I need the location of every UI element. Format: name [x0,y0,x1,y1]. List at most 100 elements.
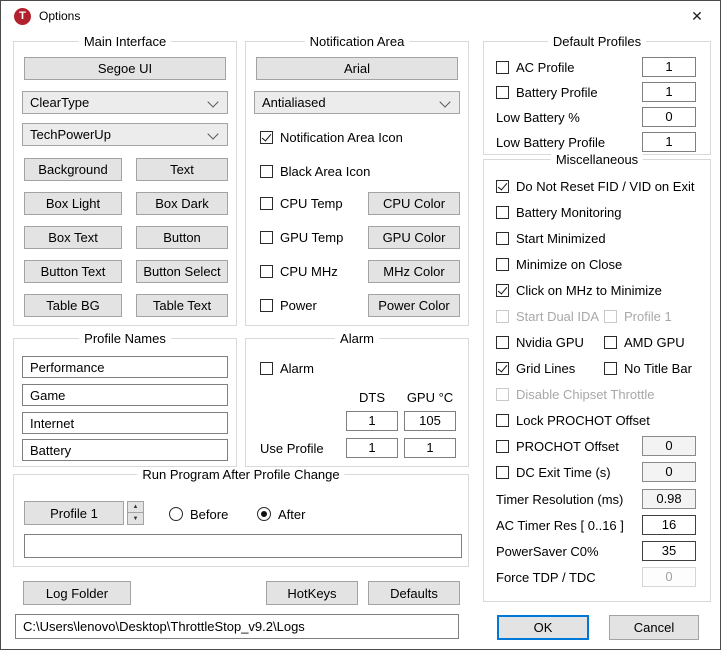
checkbox-box[interactable] [604,336,617,349]
button-text-button[interactable]: Button Text [24,260,122,283]
powersaver-c0-field[interactable]: 35 [642,541,696,561]
low-battery-profile-field[interactable]: 1 [642,132,696,152]
checkbox-box[interactable] [496,440,509,453]
checkbox-no-title-bar[interactable]: No Title Bar [604,358,692,378]
close-icon[interactable]: ✕ [674,1,720,31]
button-select-button[interactable]: Button Select [136,260,228,283]
checkbox-battery-profile[interactable]: Battery Profile [496,82,598,102]
checkbox-box[interactable] [260,165,273,178]
radio-circle[interactable] [169,507,183,521]
profile-name-3-input[interactable] [22,412,228,434]
checkbox-amd-gpu[interactable]: AMD GPU [604,332,685,352]
checkbox-minimize-on-close[interactable]: Minimize on Close [496,254,622,274]
checkbox-gpu-temp[interactable]: GPU Temp [260,227,343,247]
checkbox-box[interactable] [260,131,273,144]
profile-name-4-input[interactable] [22,439,228,461]
text-color-button[interactable]: Text [136,158,228,181]
checkbox-box[interactable] [496,336,509,349]
run-program-command-input[interactable] [24,534,462,558]
cancel-button[interactable]: Cancel [609,615,699,640]
profile-name-1-input[interactable] [22,356,228,378]
checkbox-box[interactable] [496,180,509,193]
spinner-down-icon[interactable]: ▼ [127,513,144,525]
profile-name-2-input[interactable] [22,384,228,406]
use-profile-gpu-field[interactable]: 1 [404,438,456,458]
checkbox-box[interactable] [260,299,273,312]
window-title: Options [39,9,80,23]
tray-font-button[interactable]: Arial [256,57,458,80]
checkbox-box[interactable] [496,284,509,297]
checkbox-box[interactable] [496,258,509,271]
timer-resolution-field: 0.98 [642,489,696,509]
alarm-gpu-field[interactable]: 105 [404,411,456,431]
checkbox-box[interactable] [496,466,509,479]
checkbox-box[interactable] [496,206,509,219]
checkbox-ac-profile[interactable]: AC Profile [496,57,575,77]
radio-label: Before [190,507,228,522]
checkbox-alarm[interactable]: Alarm [260,358,314,378]
checkbox-label: Alarm [280,361,314,376]
log-path-field[interactable] [15,614,459,639]
battery-profile-field[interactable]: 1 [642,82,696,102]
checkbox-label: Grid Lines [516,361,575,376]
alarm-dts-field[interactable]: 1 [346,411,398,431]
checkbox-prochot-offset[interactable]: PROCHOT Offset [496,436,619,456]
antialiasing-dropdown[interactable]: Antialiased [254,91,460,114]
checkbox-box[interactable] [260,197,273,210]
checkbox-profile-1: Profile 1 [604,306,672,326]
checkbox-battery-monitoring[interactable]: Battery Monitoring [496,202,622,222]
checkbox-box[interactable] [496,61,509,74]
ac-profile-field[interactable]: 1 [642,57,696,77]
defaults-button[interactable]: Defaults [368,581,460,605]
checkbox-notification-area-icon[interactable]: Notification Area Icon [260,127,403,147]
checkbox-dc-exit-time[interactable]: DC Exit Time (s) [496,462,611,482]
checkbox-nvidia-gpu[interactable]: Nvidia GPU [496,332,584,352]
checkbox-box[interactable] [496,414,509,427]
checkbox-black-area-icon[interactable]: Black Area Icon [260,161,370,181]
low-battery-pct-field[interactable]: 0 [642,107,696,127]
dc-exit-time-field[interactable]: 0 [642,462,696,482]
gpu-color-button[interactable]: GPU Color [368,226,460,249]
checkbox-cpu-temp[interactable]: CPU Temp [260,193,343,213]
power-color-button[interactable]: Power Color [368,294,460,317]
checkbox-start-minimized[interactable]: Start Minimized [496,228,606,248]
mhz-color-button[interactable]: MHz Color [368,260,460,283]
hotkeys-button[interactable]: HotKeys [266,581,358,605]
font-smoothing-dropdown[interactable]: ClearType [22,91,228,114]
table-text-button[interactable]: Table Text [136,294,228,317]
run-program-profile-button[interactable]: Profile 1 [24,501,124,525]
checkbox-do-not-reset-fid-vid[interactable]: Do Not Reset FID / VID on Exit [496,176,694,196]
checkbox-click-mhz-minimize[interactable]: Click on MHz to Minimize [496,280,662,300]
checkbox-grid-lines[interactable]: Grid Lines [496,358,575,378]
prochot-offset-field[interactable]: 0 [642,436,696,456]
radio-before[interactable]: Before [169,506,228,522]
checkbox-box[interactable] [496,232,509,245]
checkbox-power[interactable]: Power [260,295,317,315]
spinner-up-icon[interactable]: ▲ [127,501,144,513]
table-bg-button[interactable]: Table BG [24,294,122,317]
background-color-button[interactable]: Background [24,158,122,181]
checkbox-cpu-mhz[interactable]: CPU MHz [260,261,338,281]
ac-timer-res-field[interactable]: 16 [642,515,696,535]
log-folder-button[interactable]: Log Folder [23,581,131,605]
box-text-button[interactable]: Box Text [24,226,122,249]
use-profile-dts-field[interactable]: 1 [346,438,398,458]
box-light-button[interactable]: Box Light [24,192,122,215]
checkbox-box[interactable] [260,362,273,375]
radio-after[interactable]: After [257,506,305,522]
theme-dropdown[interactable]: TechPowerUp [22,123,228,146]
checkbox-box[interactable] [604,362,617,375]
cpu-color-button[interactable]: CPU Color [368,192,460,215]
checkbox-box[interactable] [496,362,509,375]
chevron-down-icon [207,96,218,107]
checkbox-box[interactable] [260,265,273,278]
ok-button[interactable]: OK [497,615,589,640]
checkbox-lock-prochot-offset[interactable]: Lock PROCHOT Offset [496,410,650,430]
checkbox-box[interactable] [260,231,273,244]
font-picker-button[interactable]: Segoe UI [24,57,226,80]
checkbox-box[interactable] [496,86,509,99]
radio-circle[interactable] [257,507,271,521]
box-dark-button[interactable]: Box Dark [136,192,228,215]
font-smoothing-value: ClearType [30,95,89,110]
button-color-button[interactable]: Button [136,226,228,249]
